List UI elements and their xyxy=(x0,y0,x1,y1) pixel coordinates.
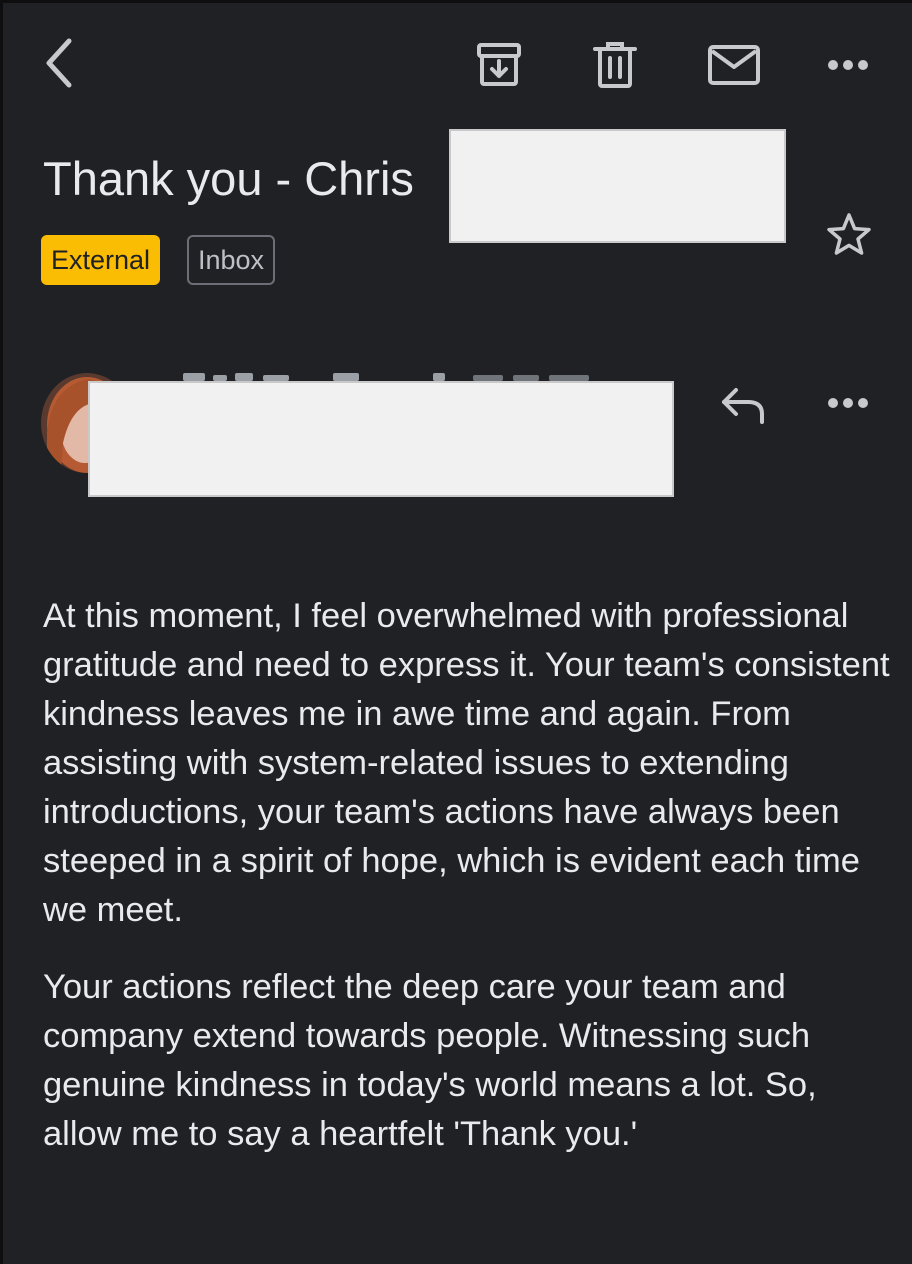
star-outline-icon xyxy=(827,213,871,255)
archive-button[interactable] xyxy=(471,37,527,93)
reply-icon xyxy=(722,388,764,424)
body-paragraph: Your actions reflect the deep care your … xyxy=(43,968,817,1153)
redaction-box xyxy=(88,381,674,497)
star-button[interactable] xyxy=(821,207,877,263)
more-options-button[interactable] xyxy=(818,39,878,91)
email-body: At this moment, I feel overwhelmed with … xyxy=(43,592,903,1159)
more-horizontal-icon xyxy=(828,398,868,408)
body-paragraph: At this moment, I feel overwhelmed with … xyxy=(43,597,890,929)
redaction-box xyxy=(449,129,786,243)
label-external[interactable]: External xyxy=(41,235,161,285)
label-inbox[interactable]: Inbox xyxy=(187,235,276,285)
archive-icon xyxy=(477,43,521,86)
email-view: Thank you - Chris External Inbox At this… xyxy=(0,0,912,1264)
mark-unread-button[interactable] xyxy=(703,37,765,93)
envelope-icon xyxy=(708,45,760,85)
message-more-button[interactable] xyxy=(818,379,878,427)
chevron-left-icon xyxy=(46,38,72,88)
back-button[interactable] xyxy=(33,31,85,95)
sender-name-peek xyxy=(183,365,603,381)
more-horizontal-icon xyxy=(828,60,868,70)
delete-button[interactable] xyxy=(587,37,643,93)
email-subject: Thank you - Chris xyxy=(43,152,414,205)
reply-button[interactable] xyxy=(711,375,775,435)
trash-icon xyxy=(593,42,637,88)
